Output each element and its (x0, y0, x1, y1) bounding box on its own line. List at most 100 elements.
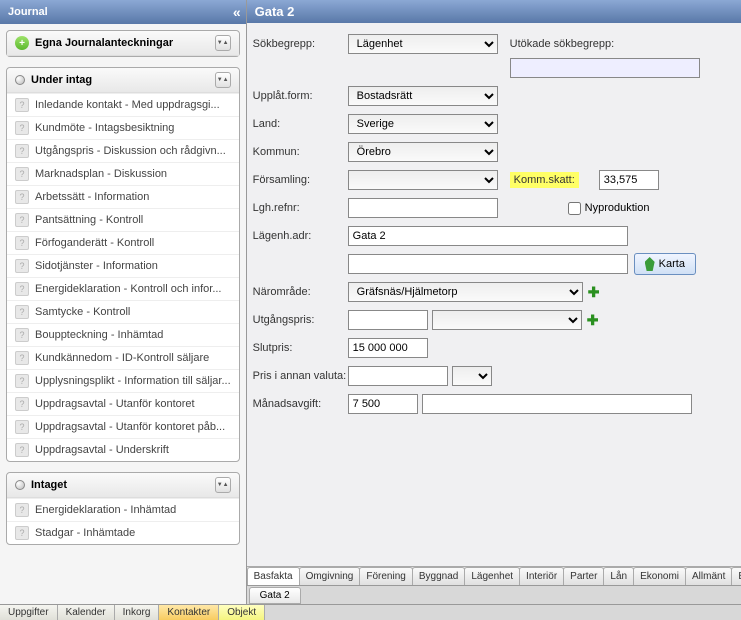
list-item-label: Inledande kontakt - Med uppdragsgi... (35, 99, 220, 111)
add-naromrade-icon[interactable]: ✚ (587, 285, 601, 299)
kommskatt-input[interactable] (599, 170, 659, 190)
list-item-label: Marknadsplan - Diskussion (35, 168, 167, 180)
naromrade-select[interactable]: Gräfsnäs/Hjälmetorp (348, 282, 583, 302)
collapse-sidebar-icon[interactable]: « (233, 4, 238, 20)
utokade-input[interactable] (510, 58, 700, 78)
list-item-label: Kundmöte - Intagsbesiktning (35, 122, 174, 134)
tab-förening[interactable]: Förening (359, 567, 412, 585)
list-item-label: Energideklaration - Inhämtad (35, 504, 176, 516)
section-title: Intaget (31, 479, 67, 491)
tab-ekonomi[interactable]: Ekonomi (633, 567, 686, 585)
forsamling-label: Församling: (253, 174, 348, 186)
list-item[interactable]: ?Arbetssätt - Information (7, 185, 239, 208)
list-item[interactable]: ?Kundkännedom - ID-Kontroll säljare (7, 346, 239, 369)
lagenhadr-input[interactable] (348, 226, 628, 246)
bullet-icon (15, 480, 25, 490)
list-item[interactable]: ?Upplysningsplikt - Information till säl… (7, 369, 239, 392)
utgangspris-input[interactable] (348, 310, 428, 330)
list-item[interactable]: ?Uppdragsavtal - Underskrift (7, 438, 239, 461)
section-toggle-icon[interactable]: ▼▲ (215, 35, 231, 51)
journal-sidebar: Journal « +Egna Journalanteckningar▼▲Und… (0, 0, 247, 604)
question-icon: ? (15, 397, 29, 411)
question-icon: ? (15, 328, 29, 342)
bottom-tab-inkorg[interactable]: Inkorg (115, 605, 160, 620)
karta-button[interactable]: Karta (634, 253, 696, 275)
tab-lån[interactable]: Lån (603, 567, 634, 585)
section-header[interactable]: + Egna Journalanteckningar ▼▲ (7, 31, 239, 56)
section-header[interactable]: Under intag▼▲ (7, 68, 239, 93)
upplatform-select[interactable]: Bostadsrätt (348, 86, 498, 106)
list-item[interactable]: ? Uppdragsavtal - Utanför kontoret (7, 392, 239, 415)
tab-parter[interactable]: Parter (563, 567, 604, 585)
question-icon: ? (15, 282, 29, 296)
list-item-label: Utgångspris - Diskussion och rådgivn... (35, 145, 226, 157)
tab-omgivning[interactable]: Omgivning (299, 567, 361, 585)
list-item[interactable]: ?Samtycke - Kontroll (7, 300, 239, 323)
land-label: Land: (253, 118, 348, 130)
manadsavgift-extra-input[interactable] (422, 394, 692, 414)
slutpris-input[interactable] (348, 338, 428, 358)
section-header[interactable]: Intaget ▼▲ (7, 473, 239, 498)
prisannan-input[interactable] (348, 366, 448, 386)
list-item[interactable]: ?Förfoganderätt - Kontroll (7, 231, 239, 254)
kommun-label: Kommun: (253, 146, 348, 158)
map-pin-icon (645, 257, 655, 271)
list-item[interactable]: ?Pantsättning - Kontroll (7, 208, 239, 231)
add-utgangspris-icon[interactable]: ✚ (586, 313, 600, 327)
list-item[interactable]: ?Marknadsplan - Diskussion (7, 162, 239, 185)
manadsavgift-input[interactable] (348, 394, 418, 414)
bottom-tab-uppgifter[interactable]: Uppgifter (0, 605, 58, 620)
sidebar-body: +Egna Journalanteckningar▼▲Under intag▼▲… (0, 24, 246, 604)
list-item[interactable]: ?Kundmöte - Intagsbesiktning (7, 116, 239, 139)
slutpris-label: Slutpris: (253, 342, 348, 354)
tab-allmänt[interactable]: Allmänt (685, 567, 732, 585)
form-area: Sökbegrepp: Lägenhet Utökade sökbegrepp:… (247, 23, 741, 566)
section-title: Egna Journalanteckningar (35, 37, 173, 49)
lagenhadr-input-2[interactable] (348, 254, 628, 274)
lghrefnr-input[interactable] (348, 198, 498, 218)
question-icon: ? (15, 259, 29, 273)
list-item[interactable]: ?Energideklaration - Inhämtad (7, 498, 239, 521)
list-item-label: Uppdragsavtal - Utanför kontoret (35, 398, 195, 410)
sidebar-header: Journal « (0, 0, 246, 24)
question-icon: ? (15, 190, 29, 204)
tab-basfakta[interactable]: Basfakta (247, 567, 300, 585)
kommun-select[interactable]: Örebro (348, 142, 498, 162)
sokbegrepp-select[interactable]: Lägenhet (348, 34, 498, 54)
list-item[interactable]: ?Energideklaration - Kontroll och infor.… (7, 277, 239, 300)
list-item[interactable]: ?Sidotjänster - Information (7, 254, 239, 277)
question-icon: ? (15, 420, 29, 434)
utgangspris-select[interactable] (432, 310, 582, 330)
tab-interiör[interactable]: Interiör (519, 567, 564, 585)
question-icon: ? (15, 213, 29, 227)
list-item[interactable]: ? Inledande kontakt - Med uppdragsgi... (7, 93, 239, 116)
utokade-label: Utökade sökbegrepp: (510, 38, 615, 50)
kommskatt-label: Komm.skatt: (510, 172, 579, 188)
tab-byggnad[interactable]: Byggnad (412, 567, 465, 585)
utgangspris-label: Utgångspris: (253, 314, 348, 326)
bottom-tab-kontakter[interactable]: Kontakter (159, 605, 219, 620)
question-icon: ? (15, 98, 29, 112)
bullet-icon (15, 75, 25, 85)
prisannan-currency-select[interactable] (452, 366, 492, 386)
tab-lägenhet[interactable]: Lägenhet (464, 567, 520, 585)
bottom-tab-kalender[interactable]: Kalender (58, 605, 115, 620)
plus-icon: + (15, 36, 29, 50)
question-icon: ? (15, 144, 29, 158)
list-item[interactable]: ?Uppdragsavtal - Utanför kontoret påb... (7, 415, 239, 438)
forsamling-select[interactable] (348, 170, 498, 190)
list-item[interactable]: ? Bouppteckning - Inhämtad (7, 323, 239, 346)
list-item-label: Kundkännedom - ID-Kontroll säljare (35, 352, 209, 364)
question-icon: ? (15, 236, 29, 250)
bottom-tab-objekt[interactable]: Objekt (219, 605, 265, 620)
nyproduktion-checkbox[interactable] (568, 202, 581, 215)
section-toggle-icon[interactable]: ▼▲ (215, 477, 231, 493)
land-select[interactable]: Sverige (348, 114, 498, 134)
tab-bil[interactable]: Bil (731, 567, 741, 585)
section-toggle-icon[interactable]: ▼▲ (215, 72, 231, 88)
list-item[interactable]: ?Stadgar - Inhämtade (7, 521, 239, 544)
list-item-label: Bouppteckning - Inhämtad (35, 329, 163, 341)
content-bottom-tab[interactable]: Gata 2 (249, 587, 301, 604)
list-item[interactable]: ? Utgångspris - Diskussion och rådgivn... (7, 139, 239, 162)
lagenhadr-label: Lägenh.adr: (253, 230, 348, 242)
